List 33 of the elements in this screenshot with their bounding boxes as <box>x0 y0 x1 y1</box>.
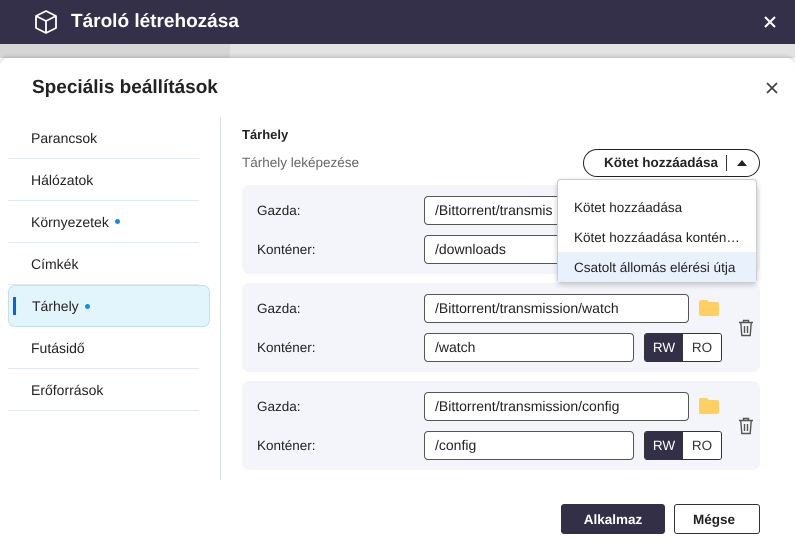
sidebar-item[interactable]: Hálózatok <box>8 159 199 201</box>
input-field[interactable]: /Bittorrent/transmission/config <box>424 392 689 420</box>
dialog-title: Speciális beállítások <box>32 76 219 98</box>
input-field[interactable]: /config <box>424 430 634 460</box>
cancel-button[interactable]: Mégse <box>674 504 760 534</box>
input-field[interactable]: /Bittorrent/transmission/watch <box>424 294 689 322</box>
field-label: Konténer: <box>257 438 317 452</box>
trash-icon[interactable] <box>738 416 754 434</box>
field-label: Konténer: <box>257 340 317 354</box>
field-label: Gazda: <box>257 398 302 414</box>
apply-button[interactable]: Alkalmaz <box>561 504 665 534</box>
mode-toggle[interactable]: RW <box>645 334 683 360</box>
sidebar-item[interactable]: Környezetek <box>8 201 199 243</box>
trash-icon[interactable] <box>738 318 754 336</box>
add-volume-button[interactable]: Kötet hozzáadása <box>582 148 760 176</box>
caret-up-icon <box>737 160 747 166</box>
field-label: Konténer: <box>257 242 317 256</box>
section-subtitle: Tárhely leképezése <box>242 155 360 170</box>
field-label: Gazda: <box>257 202 302 218</box>
mode-toggle[interactable]: RO <box>683 432 721 458</box>
mode-toggle[interactable]: RW <box>645 432 683 458</box>
sidebar-item[interactable]: Parancsok <box>8 117 199 159</box>
input-field[interactable]: /watch <box>424 332 634 362</box>
sidebar-item[interactable]: Futásidő <box>8 327 199 369</box>
close-icon[interactable] <box>765 80 779 94</box>
mode-toggle[interactable]: RO <box>683 334 721 360</box>
cube-icon <box>33 9 59 35</box>
section-title: Tárhely <box>242 126 290 144</box>
sidebar-item[interactable]: Erőforrások <box>8 369 199 411</box>
menu-item[interactable]: Csatolt állomás elérési útja <box>558 252 756 282</box>
field-label: Gazda: <box>257 300 302 316</box>
sidebar-item[interactable]: Tárhely <box>8 285 210 327</box>
window-title: Tároló létrehozása <box>71 11 240 33</box>
